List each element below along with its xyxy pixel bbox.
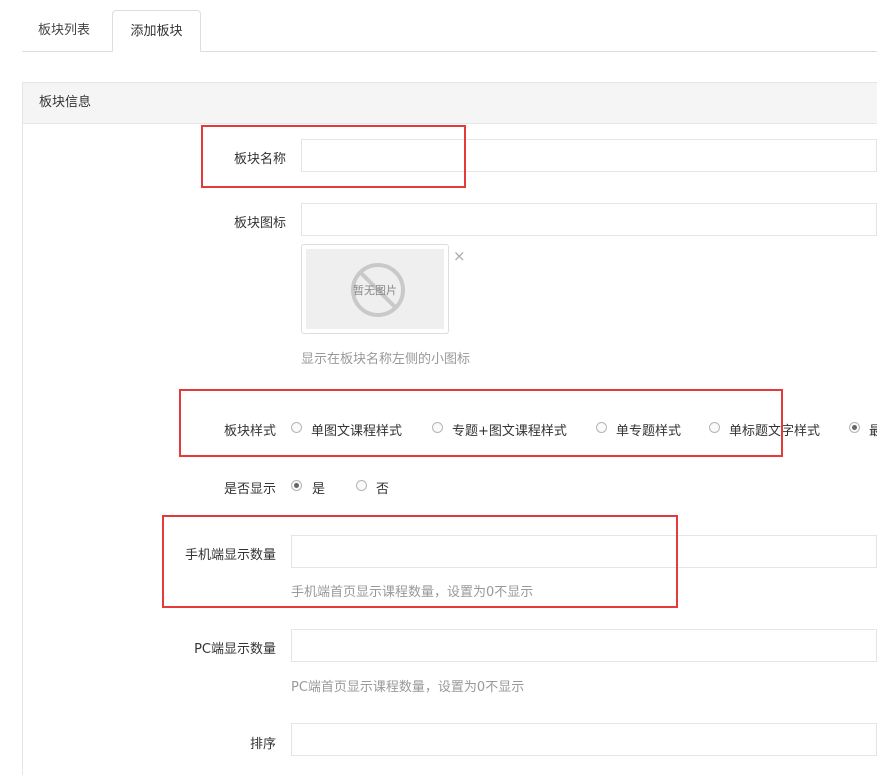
sort-label: 排序 [249, 737, 276, 752]
mobile-count-help: 手机端首页显示课程数量，设置为0不显示 [291, 585, 534, 600]
visible-yes-label: 是 [312, 482, 326, 497]
style-option-2-label: 专题+图文课程样式 [452, 424, 567, 439]
panel-title: 板块信息 [23, 83, 877, 124]
style-radio-4[interactable] [709, 422, 720, 433]
sort-input[interactable] [291, 723, 877, 756]
visible-label: 是否显示 [223, 482, 276, 497]
tab-bar: 板块列表 添加板块 [22, 0, 877, 52]
block-icon-input[interactable] [301, 203, 877, 236]
icon-preview[interactable]: 暂无图片 [301, 244, 449, 334]
block-icon-label: 板块图标 [233, 216, 286, 231]
style-radio-5[interactable] [849, 422, 860, 433]
pc-count-input[interactable] [291, 629, 877, 662]
visible-radio-no[interactable] [356, 480, 367, 491]
tab-block-list[interactable]: 板块列表 [22, 10, 106, 51]
mobile-count-label: 手机端显示数量 [184, 548, 276, 563]
style-option-4-label: 单标题文字样式 [729, 424, 821, 439]
icon-preview-area: 暂无图片 [306, 249, 444, 329]
style-option-5-label: 最 [869, 424, 877, 439]
no-image-text: 暂无图片 [353, 284, 397, 297]
style-option-1-label: 单图文课程样式 [311, 424, 403, 439]
tab-add-block[interactable]: 添加板块 [112, 10, 201, 52]
style-radio-2[interactable] [432, 422, 443, 433]
block-style-label: 板块样式 [223, 424, 276, 439]
pc-count-help: PC端首页显示课程数量，设置为0不显示 [291, 680, 525, 695]
block-name-label: 板块名称 [233, 152, 286, 167]
visible-no-label: 否 [376, 482, 390, 497]
style-radio-1[interactable] [291, 422, 302, 433]
pc-count-label: PC端显示数量 [194, 642, 276, 657]
mobile-count-input[interactable] [291, 535, 877, 568]
icon-help-text: 显示在板块名称左侧的小图标 [301, 352, 471, 367]
block-name-input[interactable] [301, 139, 877, 172]
close-icon[interactable]: × [453, 247, 466, 265]
visible-radio-yes[interactable] [291, 480, 302, 491]
style-radio-3[interactable] [596, 422, 607, 433]
style-option-3-label: 单专题样式 [616, 424, 682, 439]
